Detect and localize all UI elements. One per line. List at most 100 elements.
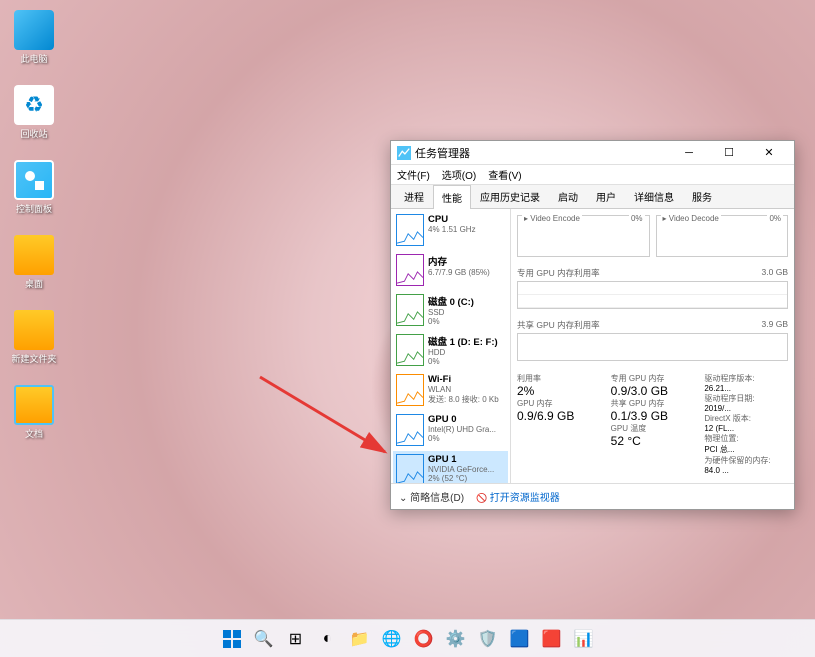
mem-label: 共享 GPU 内存利用率 3.9 GB [517,319,788,331]
video-encode-graph[interactable]: ▸ Video Encode 0% [517,215,650,257]
stat-value: PCI 总... [704,444,788,455]
folder-icon [14,385,54,425]
icon-label: 桌面 [25,277,43,290]
menu-file[interactable]: 文件(F) [397,167,430,182]
mini-graph [396,254,424,286]
explorer-button[interactable]: 📁 [346,625,374,653]
edge-button[interactable]: 🌐 [378,625,406,653]
app-button[interactable]: 🟦 [506,625,534,653]
resource-sidebar[interactable]: CPU4% 1.51 GHz内存6.7/7.9 GB (85%)磁盘 0 (C:… [391,209,511,483]
video-decode-graph[interactable]: ▸ Video Decode 0% [656,215,789,257]
desktop-icon-folder[interactable]: 桌面 [10,235,58,290]
resource-item-cpu[interactable]: CPU4% 1.51 GHz [393,211,508,249]
stat-value: 0.9/6.9 GB [517,409,601,423]
resource-name: 内存 [428,254,505,268]
window-title: 任务管理器 [415,145,670,161]
menu-view[interactable]: 查看(V) [488,167,521,182]
tab-performance[interactable]: 性能 [433,185,471,209]
resource-name: Wi-Fi [428,374,505,385]
resource-name: GPU 0 [428,414,505,425]
app-icon [397,146,411,160]
encoder-row: ▸ Video Encode 0% ▸ Video Decode 0% [517,215,788,257]
resource-name: GPU 1 [428,454,505,465]
stat-label: GPU 内存 [517,398,601,409]
menubar: 文件(F) 选项(O) 查看(V) [391,165,794,185]
stat-value: 84.0 ... [704,466,788,475]
start-button[interactable] [218,625,246,653]
stat-label: 驱动程序日期: [704,393,788,404]
tab-users[interactable]: 用户 [587,184,625,208]
desktop-icon-control-panel[interactable]: 控制面板 [10,160,58,215]
icon-label: 此电脑 [20,52,47,65]
search-button[interactable]: 🔍 [250,625,278,653]
taskbar[interactable]: 🔍 ⊞ ◐ 📁 🌐 ⭕ ⚙️ 🛡️ 🟦 🟥 📊 [0,619,815,657]
desktop-icon-folder[interactable]: 文档 [10,385,58,440]
toggle-details-button[interactable]: ⌄ 简略信息(D) [399,489,464,504]
resource-item-wifi[interactable]: Wi-FiWLAN发送: 8.0 接收: 0 Kb [393,371,508,409]
mini-graph [396,414,424,446]
security-button[interactable]: 🛡️ [474,625,502,653]
resource-name: 磁盘 0 (C:) [428,294,505,308]
resource-sub: WLAN [428,385,505,394]
mini-graph [396,374,424,406]
resource-sub: Intel(R) UHD Gra... [428,425,505,434]
tab-processes[interactable]: 进程 [395,184,433,208]
resource-name: CPU [428,214,505,225]
resource-sub: 发送: 8.0 接收: 0 Kb [428,394,505,405]
mini-graph [396,294,424,326]
resource-item-[interactable]: 内存6.7/7.9 GB (85%) [393,251,508,289]
resource-sub: 4% 1.51 GHz [428,225,505,234]
task-view-button[interactable]: ⊞ [282,625,310,653]
icon-label: 控制面板 [16,202,52,215]
mem-graph[interactable] [517,281,788,309]
close-button[interactable]: ✕ [750,142,788,164]
stat-value: 2% [517,384,601,398]
resource-item-gpu0[interactable]: GPU 0Intel(R) UHD Gra...0% [393,411,508,449]
stats-grid: 利用率2%GPU 内存0.9/6.9 GB专用 GPU 内存0.9/3.0 GB… [517,373,788,475]
stat-label: 共享 GPU 内存 [611,398,695,409]
stat-value: 12 (FL... [704,424,788,433]
desktop-icon-recycle-bin[interactable]: 回收站 [10,85,58,140]
desktop: 此电脑 回收站 控制面板 桌面 新建文件夹 文档 任务管理器 [0,0,815,657]
pc-icon [14,10,54,50]
maximize-button[interactable]: ☐ [710,142,748,164]
resource-item-0c[interactable]: 磁盘 0 (C:)SSD0% [393,291,508,329]
app-button[interactable]: 🟥 [538,625,566,653]
menu-options[interactable]: 选项(O) [442,167,476,182]
widgets-button[interactable]: ◐ [314,625,342,653]
stat-label: 专用 GPU 内存 [611,373,695,384]
chrome-button[interactable]: ⭕ [410,625,438,653]
content-area: CPU4% 1.51 GHz内存6.7/7.9 GB (85%)磁盘 0 (C:… [391,209,794,483]
shared-gpu-mem: 共享 GPU 内存利用率 3.9 GB [517,319,788,361]
titlebar[interactable]: 任务管理器 ─ ☐ ✕ [391,141,794,165]
bin-icon [14,85,54,125]
resource-sub: 0% [428,357,505,366]
detail-pane: ▸ Video Encode 0% ▸ Video Decode 0% 专用 G… [511,209,794,483]
mem-graph[interactable] [517,333,788,361]
minimize-button[interactable]: ─ [670,142,708,164]
folder-icon [14,235,54,275]
bottom-bar: ⌄ 简略信息(D) 打开资源监视器 [391,483,794,509]
task-manager-window: 任务管理器 ─ ☐ ✕ 文件(F) 选项(O) 查看(V) 进程 性能 应用历史… [390,140,795,510]
open-resource-monitor-link[interactable]: 打开资源监视器 [476,489,560,504]
resource-item-gpu1[interactable]: GPU 1NVIDIA GeForce...2% (52 °C) [393,451,508,483]
app-button[interactable]: 📊 [570,625,598,653]
settings-button[interactable]: ⚙️ [442,625,470,653]
mem-label: 专用 GPU 内存利用率 3.0 GB [517,267,788,279]
tab-history[interactable]: 应用历史记录 [471,184,549,208]
tab-details[interactable]: 详细信息 [625,184,683,208]
stat-value: 0.1/3.9 GB [611,409,695,423]
tab-startup[interactable]: 启动 [549,184,587,208]
tab-services[interactable]: 服务 [683,184,721,208]
stat-label: 物理位置: [704,433,788,444]
resource-sub: 6.7/7.9 GB (85%) [428,268,505,277]
desktop-icon-folder[interactable]: 新建文件夹 [10,310,58,365]
stat-label: 利用率 [517,373,601,384]
resource-sub: HDD [428,348,505,357]
desktop-icons-area: 此电脑 回收站 控制面板 桌面 新建文件夹 文档 [10,10,58,440]
mini-graph [396,214,424,246]
resource-sub: 0% [428,434,505,443]
desktop-icon-this-pc[interactable]: 此电脑 [10,10,58,65]
icon-label: 新建文件夹 [11,352,56,365]
resource-item-1def[interactable]: 磁盘 1 (D: E: F:)HDD0% [393,331,508,369]
